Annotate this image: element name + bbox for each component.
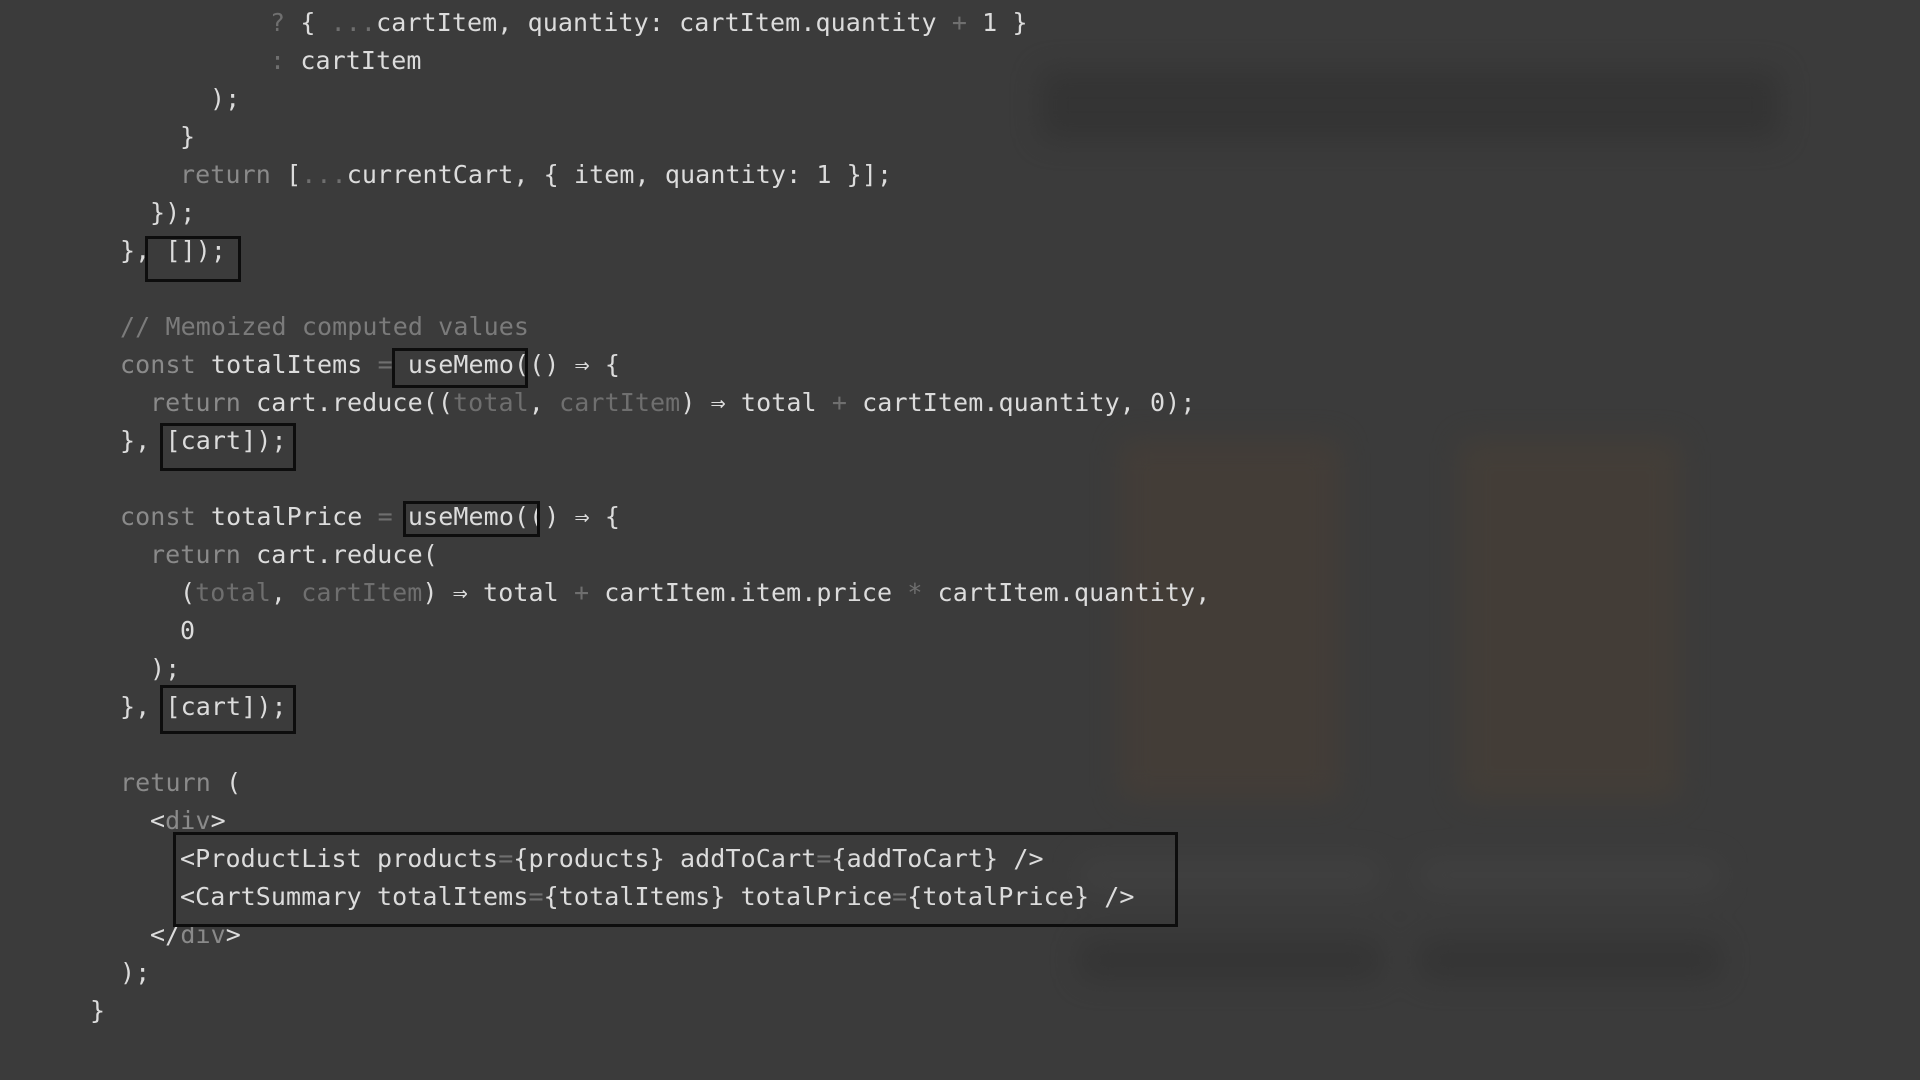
code-token: }: [90, 996, 106, 1025]
code-token: ) ⇒ total: [422, 578, 574, 607]
code-token: cartItem, quantity: cartItem.quantity: [376, 8, 952, 37]
code-token: total: [453, 388, 529, 417]
code-token: *: [907, 578, 923, 607]
code-line[interactable]: <CartSummary totalItems={totalItems} tot…: [180, 878, 1135, 916]
code-line[interactable]: });: [150, 194, 195, 232]
code-token: +: [831, 388, 847, 417]
code-line[interactable]: const totalItems = useMemo(() ⇒ {: [120, 346, 620, 384]
code-line[interactable]: return (: [120, 764, 241, 802]
code-token: div: [180, 920, 226, 949]
code-token: 1 }: [967, 8, 1028, 37]
code-token: }, []);: [120, 236, 227, 265]
code-token: totalItems: [210, 350, 378, 379]
code-token: </: [150, 920, 181, 949]
code-token: return: [150, 540, 257, 569]
code-line[interactable]: </div>: [150, 916, 241, 954]
code-editor-screen: ? { ...cartItem, quantity: cartItem.quan…: [0, 0, 1920, 1080]
code-token: (: [226, 768, 242, 797]
code-token: total: [195, 578, 271, 607]
code-token: );: [150, 654, 181, 683]
code-token: =: [498, 844, 514, 873]
code-token: =: [892, 882, 908, 911]
code-token: {products} addToCart: [513, 844, 817, 873]
code-line[interactable]: }, [cart]);: [120, 688, 287, 726]
code-token: :: [270, 46, 301, 75]
code-token: {addToCart} />: [831, 844, 1044, 873]
code-token: );: [210, 84, 241, 113]
code-line[interactable]: return cart.reduce(: [150, 536, 438, 574]
code-line[interactable]: }: [90, 992, 105, 1030]
code-line[interactable]: // Memoized computed values: [120, 308, 529, 346]
code-token: cart.reduce(: [256, 540, 438, 569]
code-token: ...: [301, 160, 347, 189]
code-token: >: [225, 920, 241, 949]
code-token: }, [cart]);: [120, 426, 287, 455]
code-token: =: [816, 844, 832, 873]
code-token: 0: [180, 616, 196, 645]
code-token: +: [951, 8, 967, 37]
code-token: }: [180, 122, 196, 151]
code-token: (: [180, 578, 196, 607]
code-line[interactable]: <ProductList products={products} addToCa…: [180, 840, 1044, 878]
code-token: ...: [330, 8, 377, 37]
code-line[interactable]: const totalPrice = useMemo(() ⇒ {: [120, 498, 620, 536]
code-token: const: [120, 502, 211, 531]
code-token: cartItem.quantity, 0);: [847, 388, 1196, 417]
code-token: cartItem.item.price: [589, 578, 908, 607]
code-token: =: [377, 502, 408, 531]
code-token: cartItem.quantity,: [922, 578, 1211, 607]
code-line[interactable]: );: [150, 650, 180, 688]
code-token: div: [165, 806, 211, 835]
code-token: =: [528, 882, 544, 911]
code-line[interactable]: return [...currentCart, { item, quantity…: [180, 156, 892, 194]
code-token: >: [210, 806, 226, 835]
code-token: });: [150, 198, 196, 227]
code-token: ) ⇒ total: [680, 388, 832, 417]
code-token: <: [150, 806, 166, 835]
code-line[interactable]: );: [210, 80, 240, 118]
code-line[interactable]: }, []);: [120, 232, 226, 270]
code-token: [: [286, 160, 302, 189]
code-token: );: [120, 958, 151, 987]
code-token: <CartSummary totalItems: [180, 882, 529, 911]
code-line[interactable]: (total, cartItem) ⇒ total + cartItem.ite…: [180, 574, 1210, 612]
code-token: currentCart, { item, quantity: 1 }];: [346, 160, 893, 189]
code-token: <ProductList products: [180, 844, 499, 873]
code-token: cartItem: [559, 388, 681, 417]
code-token: {totalPrice} />: [907, 882, 1135, 911]
code-token: ,: [270, 578, 302, 607]
code-token: cart.reduce((: [256, 388, 454, 417]
code-token: {: [300, 8, 331, 37]
code-token: ?: [270, 8, 301, 37]
code-line[interactable]: }, [cart]);: [120, 422, 287, 460]
code-line[interactable]: ? { ...cartItem, quantity: cartItem.quan…: [270, 4, 1028, 42]
code-token: cartItem: [301, 578, 423, 607]
code-line[interactable]: return cart.reduce((total, cartItem) ⇒ t…: [150, 384, 1195, 422]
code-line[interactable]: <div>: [150, 802, 226, 840]
code-token: cartItem: [300, 46, 422, 75]
code-token: =: [377, 350, 408, 379]
code-token: +: [573, 578, 590, 607]
code-line[interactable]: 0: [180, 612, 195, 650]
code-token: useMemo(() ⇒ {: [407, 350, 621, 379]
code-token: // Memoized computed values: [120, 312, 530, 341]
code-token: const: [120, 350, 211, 379]
code-token: return: [120, 768, 227, 797]
code-line[interactable]: : cartItem: [270, 42, 422, 80]
code-token: return: [150, 388, 257, 417]
code-line[interactable]: );: [120, 954, 150, 992]
code-token: useMemo(() ⇒ {: [407, 502, 621, 531]
code-token: }, [cart]);: [120, 692, 287, 721]
code-token: totalPrice: [210, 502, 378, 531]
code-view[interactable]: ? { ...cartItem, quantity: cartItem.quan…: [0, 0, 1920, 1080]
code-token: return: [180, 160, 287, 189]
code-token: {totalItems} totalPrice: [543, 882, 893, 911]
code-token: ,: [528, 388, 560, 417]
code-line[interactable]: }: [180, 118, 195, 156]
